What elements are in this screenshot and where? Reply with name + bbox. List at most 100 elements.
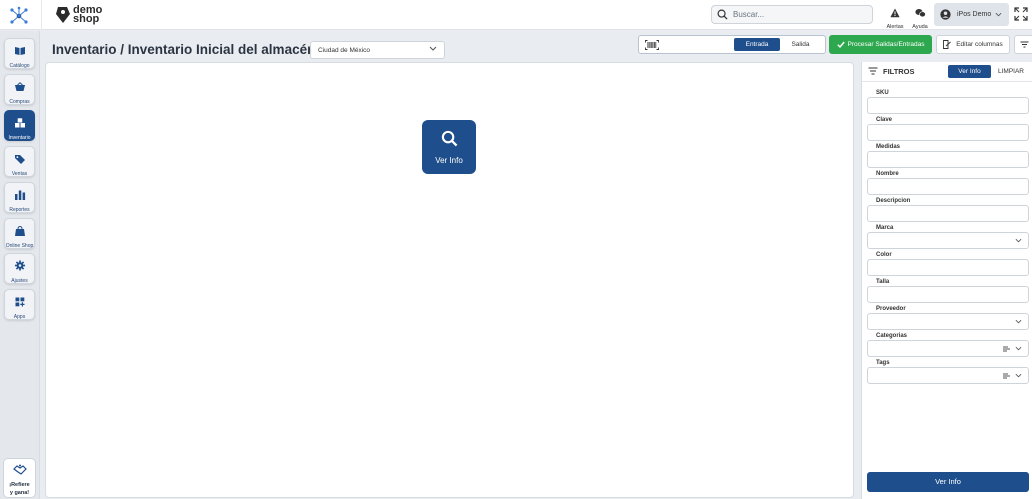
sidebar-item-label: Apps bbox=[13, 314, 26, 320]
search-icon bbox=[717, 9, 728, 20]
list-check-icon bbox=[1003, 373, 1010, 379]
sidebar-item-label: Reportes bbox=[9, 207, 30, 213]
filters-clear-button[interactable]: LIMPIAR bbox=[996, 65, 1026, 78]
handshake-icon bbox=[12, 464, 27, 475]
sidebar-item-label: Ventas bbox=[11, 171, 28, 177]
entrada-toggle[interactable]: Entrada bbox=[734, 38, 780, 51]
field-label: Categorias bbox=[873, 333, 911, 339]
sidebar-item-online-shop[interactable]: Online Shop bbox=[4, 218, 35, 249]
top-divider bbox=[41, 0, 42, 30]
edit-columns-button[interactable]: Editar columnas bbox=[936, 35, 1010, 54]
book-icon bbox=[14, 47, 25, 55]
edit-document-icon bbox=[943, 40, 952, 49]
field-label: Descripcion bbox=[873, 198, 914, 204]
ver-info-card-button[interactable]: Ver Info bbox=[422, 120, 476, 174]
check-icon bbox=[836, 41, 845, 48]
apps-grid-icon bbox=[15, 297, 24, 307]
filter-lines-icon bbox=[1020, 41, 1028, 48]
nombre-field[interactable]: Nombre bbox=[867, 171, 1029, 195]
medidas-field[interactable]: Medidas bbox=[867, 144, 1029, 168]
sidebar-item-compras[interactable]: Compras bbox=[4, 74, 35, 105]
filters-submit-button[interactable]: Ver Info bbox=[867, 472, 1029, 492]
chat-bubbles-icon bbox=[914, 9, 926, 18]
search-input[interactable] bbox=[733, 10, 863, 19]
entry-exit-toggle: Entrada Salida bbox=[638, 35, 826, 54]
filters-header: FILTROS Ver Info LIMPIAR bbox=[862, 62, 1032, 82]
sidebar-item-label: Inventario bbox=[8, 135, 31, 141]
user-avatar-icon bbox=[940, 9, 951, 20]
warning-icon bbox=[890, 8, 900, 18]
brand-logo[interactable]: demo shop bbox=[55, 3, 102, 27]
process-button[interactable]: Procesar Salidas/Entradas bbox=[829, 35, 932, 54]
refer-button[interactable]: ¡Refiere y gana! bbox=[3, 458, 36, 498]
filters-panel: FILTROS Ver Info LIMPIAR SKU Clave Medid… bbox=[861, 62, 1032, 499]
sidebar-item-label: Ajustes bbox=[11, 278, 28, 284]
chevron-down-icon bbox=[1015, 238, 1022, 243]
shop-tag-logo-icon bbox=[56, 7, 70, 23]
refer-label-2: y gana! bbox=[9, 490, 30, 496]
field-label: Proveedor bbox=[873, 306, 909, 312]
sidebar-item-catalogo[interactable]: Catálogo bbox=[4, 38, 35, 69]
chevron-down-icon bbox=[1015, 346, 1022, 351]
field-label: Marca bbox=[873, 225, 897, 231]
search-box[interactable] bbox=[711, 5, 873, 24]
marca-select[interactable]: Marca bbox=[867, 225, 1029, 249]
tags-multiselect[interactable]: Tags bbox=[867, 360, 1029, 384]
talla-field[interactable]: Talla bbox=[867, 279, 1029, 303]
descripcion-field[interactable]: Descripcion bbox=[867, 198, 1029, 222]
chevron-down-icon bbox=[1015, 373, 1022, 378]
filters-ver-info-button[interactable]: Ver Info bbox=[948, 65, 991, 78]
store-select-value: Ciudad de México bbox=[318, 46, 371, 54]
logo-text: demo shop bbox=[73, 5, 102, 25]
fullscreen-icon[interactable] bbox=[1014, 7, 1028, 21]
logo-line-2: shop bbox=[73, 13, 100, 25]
process-button-label: Procesar Salidas/Entradas bbox=[847, 41, 925, 48]
bar-chart-icon bbox=[14, 190, 25, 200]
sidebar-item-label: Compras bbox=[9, 99, 30, 105]
edit-columns-label: Editar columnas bbox=[956, 41, 1003, 48]
filter-lines-icon bbox=[868, 67, 878, 75]
results-panel: Ver Info bbox=[45, 62, 854, 498]
network-icon[interactable] bbox=[9, 6, 29, 26]
help-label: Ayuda bbox=[912, 24, 928, 30]
user-name: iPos Demo bbox=[957, 11, 992, 18]
alerts-button[interactable]: Alertas bbox=[883, 5, 907, 30]
store-select[interactable]: Ciudad de México bbox=[310, 41, 445, 59]
refer-label-1: ¡Refiere bbox=[9, 482, 30, 488]
sidebar-item-inventario[interactable]: Inventario bbox=[4, 110, 35, 141]
boxes-icon bbox=[14, 118, 25, 128]
salida-toggle[interactable]: Salida bbox=[783, 38, 818, 51]
field-label: Color bbox=[873, 252, 895, 258]
tag-icon bbox=[14, 155, 25, 164]
field-label: Talla bbox=[873, 279, 893, 285]
chevron-down-icon bbox=[995, 12, 1002, 17]
top-bar: demo shop Alertas Ayuda iPos Demo bbox=[0, 0, 1032, 30]
field-label: SKU bbox=[873, 90, 892, 96]
proveedor-select[interactable]: Proveedor bbox=[867, 306, 1029, 330]
barcode-icon[interactable] bbox=[645, 40, 659, 50]
sidebar-item-ajustes[interactable]: Ajustes bbox=[4, 253, 35, 284]
categorias-multiselect[interactable]: Categorias bbox=[867, 333, 1029, 357]
chevron-down-icon bbox=[1015, 319, 1022, 324]
sidebar-item-reportes[interactable]: Reportes bbox=[4, 182, 35, 213]
sku-field[interactable]: SKU bbox=[867, 90, 1029, 114]
search-icon bbox=[441, 130, 457, 147]
sidebar: Catálogo Compras Inventario Ventas Repor… bbox=[0, 31, 40, 499]
clave-field[interactable]: Clave bbox=[867, 117, 1029, 141]
ver-info-card-label: Ver Info bbox=[435, 156, 463, 165]
sidebar-item-label: Online Shop bbox=[5, 243, 34, 249]
list-check-icon bbox=[1003, 346, 1010, 352]
field-label: Nombre bbox=[873, 171, 902, 177]
help-button[interactable]: Ayuda bbox=[908, 5, 932, 30]
sidebar-item-ventas[interactable]: Ventas bbox=[4, 146, 35, 177]
color-field[interactable]: Color bbox=[867, 252, 1029, 276]
sidebar-item-apps[interactable]: Apps bbox=[4, 289, 35, 320]
sidebar-item-label: Catálogo bbox=[9, 63, 30, 69]
chevron-down-icon bbox=[429, 46, 437, 51]
filter-toggle-button[interactable] bbox=[1014, 35, 1032, 54]
filters-title: FILTROS bbox=[883, 67, 915, 76]
user-menu[interactable]: iPos Demo bbox=[934, 3, 1009, 26]
shop-bag-icon bbox=[14, 225, 25, 236]
field-label: Clave bbox=[873, 117, 896, 123]
gear-icon bbox=[14, 260, 25, 271]
